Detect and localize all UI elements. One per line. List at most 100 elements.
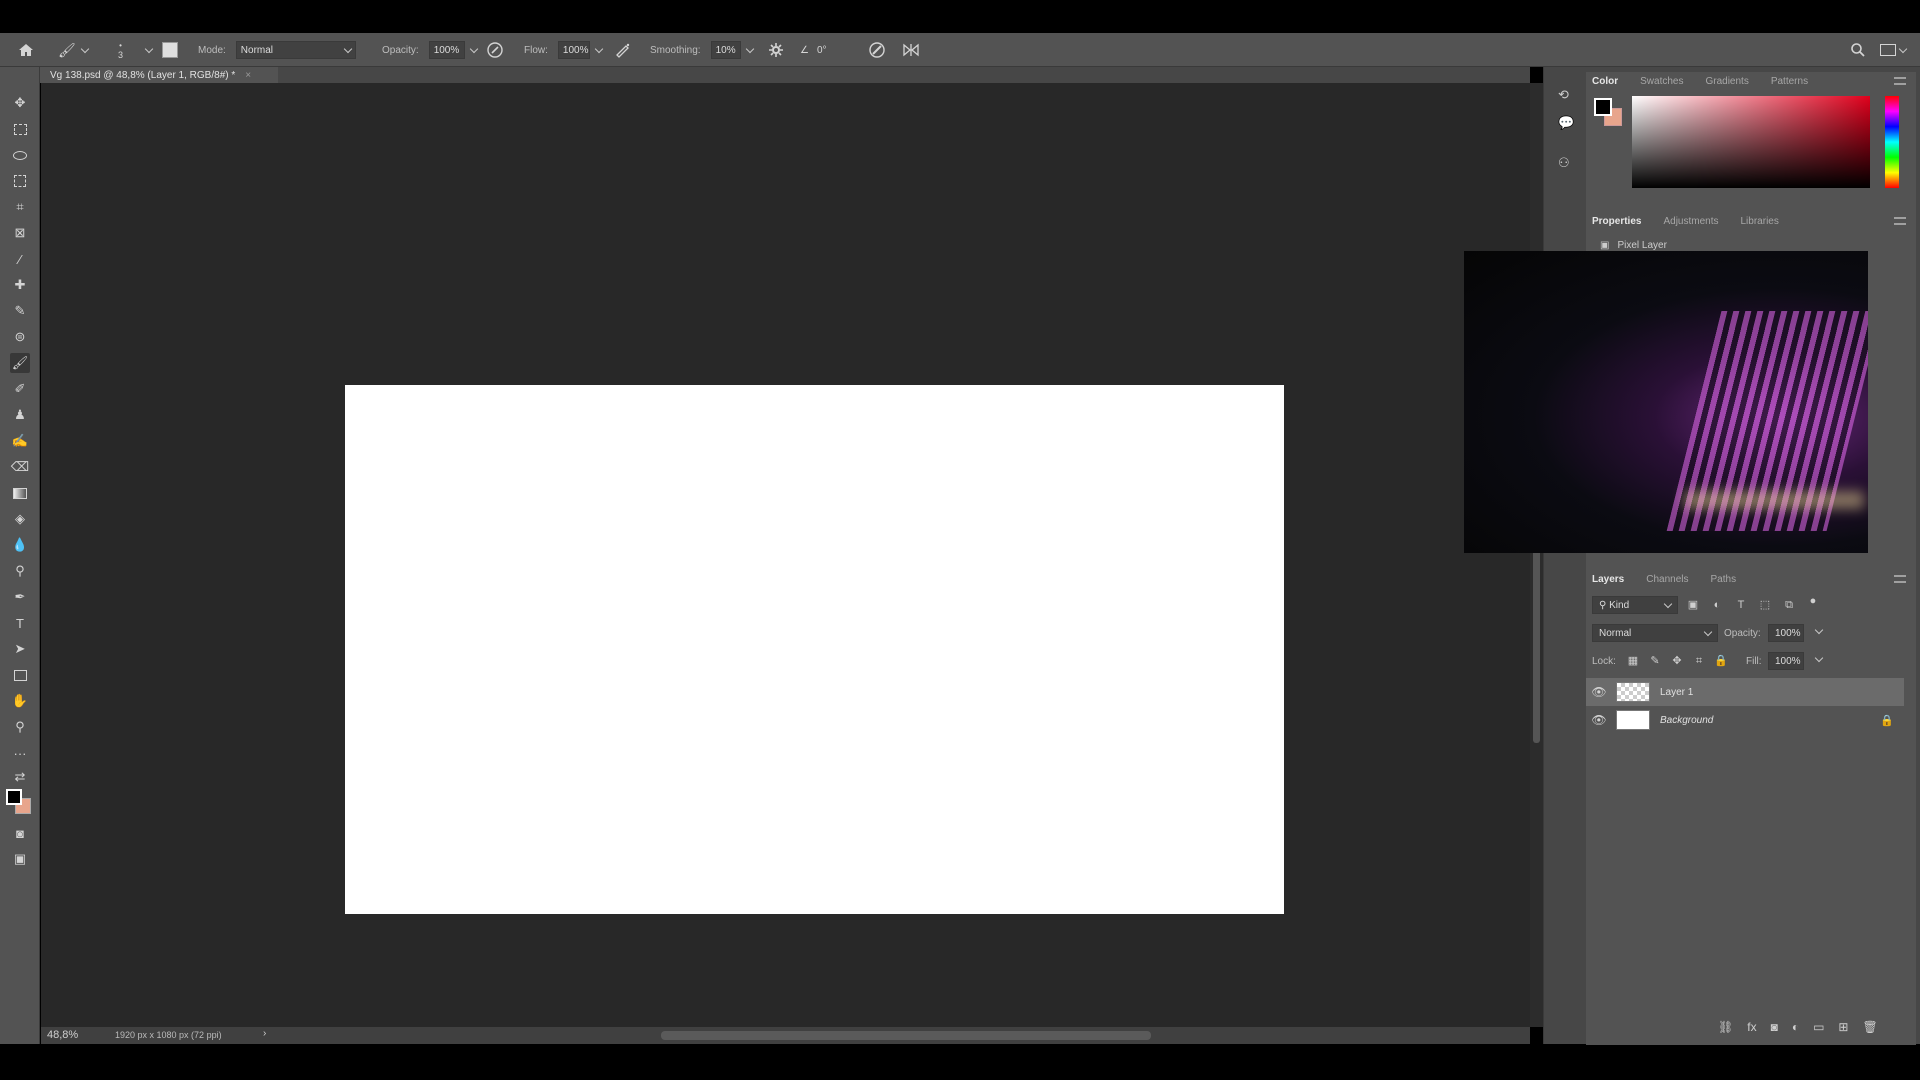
fill-input[interactable]: 100% [1768,652,1804,670]
new-layer-icon[interactable]: ⊞ [1838,1020,1848,1034]
comments-icon[interactable]: 💬 [1558,115,1574,131]
tab-layers[interactable]: Layers [1592,574,1624,585]
brush-preset-picker[interactable]: 🖌 [58,33,90,67]
history-brush-icon[interactable]: ✍ [10,431,30,451]
healing-icon[interactable]: ✚ [10,275,30,295]
pixel-filter-icon[interactable]: ▣ [1686,598,1700,612]
layer-row[interactable]: 👁 Background 🔒 [1586,706,1904,734]
brush-tool-icon[interactable]: 🖌 [10,353,30,373]
lock-pixels-icon[interactable]: ✎ [1648,654,1662,668]
mixer-brush-icon[interactable]: ✐ [10,379,30,399]
add-mask-icon[interactable]: ◙ [1771,1020,1778,1034]
filter-toggle-icon[interactable]: ● [1806,594,1820,608]
frame-icon[interactable]: ⊠ [10,223,30,243]
blend-mode-select[interactable]: Normal [1592,624,1718,642]
tab-adjustments[interactable]: Adjustments [1663,216,1718,227]
tab-channels[interactable]: Channels [1646,574,1688,585]
adjustment-filter-icon[interactable]: ◐ [1710,598,1724,612]
more-tools-icon[interactable]: ··· [10,743,30,763]
quick-mask-icon[interactable]: ◙ [10,823,30,843]
blur-icon[interactable]: 💧 [10,535,30,555]
zoom-level[interactable]: 48,8% [47,1029,78,1041]
document-canvas[interactable] [345,385,1284,914]
brush-settings-icon[interactable] [162,33,178,67]
tab-libraries[interactable]: Libraries [1741,216,1779,227]
shape-filter-icon[interactable]: ⬚ [1758,598,1772,612]
home-icon[interactable] [18,33,34,67]
eye-icon[interactable]: 👁 [1586,685,1612,699]
eyedropper-icon[interactable]: ⁄ [10,249,30,269]
horizontal-scroll-thumb[interactable] [661,1031,1151,1040]
panel-menu-icon[interactable] [1894,77,1906,85]
mode-select[interactable]: Normal [235,41,356,59]
move-icon[interactable]: ✥ [10,93,30,113]
layer-filter-select[interactable]: ⚲ Kind [1592,596,1678,614]
symmetry-icon[interactable] [902,33,920,67]
type-icon[interactable]: T [10,613,30,633]
flow-input[interactable]: 100% [557,41,590,59]
eye-icon[interactable]: 👁 [1586,713,1612,727]
lock-artboard-icon[interactable]: ⌗ [1692,654,1706,668]
opacity-input[interactable]: 100% [428,41,465,59]
clone-stamp-icon[interactable]: ⊜ [10,327,30,347]
lock-all-icon[interactable]: 🔒 [1714,654,1728,668]
foreground-color-chip[interactable] [1594,98,1612,116]
screen-mode-icon[interactable]: ▣ [10,849,30,869]
type-filter-icon[interactable]: T [1734,598,1748,612]
tab-gradients[interactable]: Gradients [1705,76,1748,87]
pressure-size-icon[interactable] [868,33,886,67]
object-select-icon[interactable] [10,171,30,191]
airbrush-icon[interactable] [614,33,632,67]
dodge-icon[interactable]: ⚲ [10,561,30,581]
tab-swatches[interactable]: Swatches [1640,76,1683,87]
layer-row[interactable]: 👁 Layer 1 [1586,678,1904,706]
paint-bucket-icon[interactable]: ◈ [10,509,30,529]
brush-size-picker[interactable]: • 3 [118,33,123,67]
rectangle-icon[interactable] [10,665,30,685]
zoom-icon[interactable]: ⚲ [10,717,30,737]
hand-icon[interactable]: ✋ [10,691,30,711]
adjustment-layer-icon[interactable]: ◐ [1792,1020,1799,1034]
color-field[interactable] [1632,96,1870,188]
stamp-panel-icon[interactable]: ⚇ [1558,155,1570,171]
marquee-icon[interactable] [10,119,30,139]
tab-properties[interactable]: Properties [1592,216,1641,227]
panel-menu-icon[interactable] [1894,217,1906,225]
document-tab[interactable]: Vg 138.psd @ 48,8% (Layer 1, RGB/8#) * × [40,67,278,83]
stamp-icon[interactable]: ♟ [10,405,30,425]
chevron-right-icon[interactable]: › [263,1028,266,1039]
layer-opacity-input[interactable]: 100% [1768,624,1804,642]
tab-color[interactable]: Color [1592,76,1618,87]
lock-icon[interactable]: 🔒 [1880,714,1894,727]
tab-paths[interactable]: Paths [1711,574,1737,585]
search-icon[interactable] [1850,33,1866,67]
close-tab-icon[interactable]: × [245,70,251,81]
eraser-icon[interactable]: ⌫ [10,457,30,477]
vertical-scrollbar[interactable] [1530,83,1543,1027]
smoothing-input[interactable]: 10% [710,41,741,59]
lock-transparency-icon[interactable]: ▦ [1626,654,1640,668]
link-layers-icon[interactable]: ⛓ [1718,1020,1733,1034]
pencil-icon[interactable]: ✎ [10,301,30,321]
angle-control[interactable]: ∠ 0° [800,33,827,67]
pressure-opacity-icon[interactable] [486,33,504,67]
fx-icon[interactable]: fx [1747,1020,1756,1034]
smart-object-filter-icon[interactable]: ⧉ [1782,598,1796,612]
pen-icon[interactable]: ✒ [10,587,30,607]
workspace-icon[interactable] [1880,33,1908,67]
crop-icon[interactable]: ⌗ [10,197,30,217]
path-select-icon[interactable]: ➤ [10,639,30,659]
new-group-icon[interactable]: ▭ [1813,1020,1824,1034]
delete-layer-icon[interactable]: 🗑 [1862,1020,1877,1034]
history-icon[interactable]: ⟲ [1558,87,1569,103]
vertical-scroll-thumb[interactable] [1533,543,1540,743]
swap-colors-icon[interactable]: ⇄ [10,767,30,787]
tab-patterns[interactable]: Patterns [1771,76,1808,87]
foreground-color-swatch[interactable] [6,789,22,805]
lasso-icon[interactable] [10,145,30,165]
lock-position-icon[interactable]: ✥ [1670,654,1684,668]
hue-slider[interactable] [1885,96,1899,188]
settings-gear-icon[interactable] [768,33,784,67]
panel-menu-icon[interactable] [1894,575,1906,583]
gradient-icon[interactable] [10,483,30,503]
